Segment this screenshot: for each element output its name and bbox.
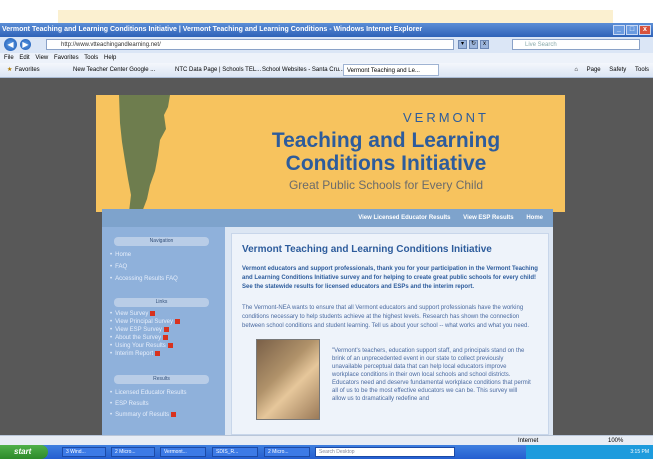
favorite-link[interactable]: New Teacher Center Google ...	[70, 65, 158, 75]
menu-tools[interactable]: Tools	[84, 55, 98, 61]
sidebar: Navigation Home FAQ Accessing Results FA…	[102, 227, 225, 435]
site-banner: VERMONT Teaching and Learning Conditions…	[96, 95, 565, 212]
system-tray: 3:15 PM	[526, 445, 653, 459]
minimize-icon[interactable]: _	[613, 25, 625, 35]
close-icon[interactable]: x	[639, 25, 651, 35]
navigation-heading: Navigation	[114, 237, 209, 246]
pdf-icon	[163, 335, 169, 340]
taskbar-item[interactable]: SDIS_R...	[212, 447, 258, 457]
taskbar: start 3 Wind... 2 Micro... Vermont... SD…	[0, 445, 653, 459]
sidebar-result-licensed[interactable]: Licensed Educator Results	[110, 390, 186, 396]
main-content: Vermont Teaching and Learning Conditions…	[225, 227, 553, 435]
bottom-margin	[0, 459, 653, 474]
nav-licensed-results[interactable]: View Licensed Educator Results	[358, 215, 450, 221]
taskbar-item[interactable]: 3 Wind...	[62, 447, 106, 457]
site-navbar: View Licensed Educator Results View ESP …	[102, 209, 553, 227]
quote-text: "Vermont's teachers, education support s…	[332, 348, 531, 402]
portrait-photo	[256, 339, 320, 420]
address-buttons: ▾ ↻ x	[458, 40, 489, 49]
search-input[interactable]: Live Search	[512, 39, 640, 50]
sidebar-item-accessing-results-faq[interactable]: Accessing Results FAQ	[110, 276, 178, 282]
pdf-icon	[167, 343, 173, 348]
desktop-search-input[interactable]: Search Desktop	[315, 447, 455, 457]
nav-esp-results[interactable]: View ESP Results	[463, 215, 513, 221]
taskbar-item[interactable]: 2 Micro...	[111, 447, 155, 457]
favorites-button[interactable]: Favorites	[12, 65, 43, 75]
menu-edit[interactable]: Edit	[19, 55, 29, 61]
sidebar-link-using-results[interactable]: Using Your Results	[110, 343, 173, 349]
page-title: Vermont Teaching and Learning Conditions…	[242, 244, 492, 255]
nav-home[interactable]: Home	[526, 215, 543, 221]
command-safety[interactable]: Safety	[609, 67, 626, 73]
pdf-icon	[171, 412, 177, 417]
results-heading: Results	[114, 375, 209, 384]
intro-paragraph: Vermont educators and support profession…	[242, 266, 538, 290]
sidebar-link-principal-survey[interactable]: View Principal Survey	[110, 319, 181, 325]
favorites-bar: ★ Favorites New Teacher Center Google ..…	[0, 63, 653, 78]
pdf-icon	[150, 311, 156, 316]
sidebar-item-faq[interactable]: FAQ	[110, 264, 127, 270]
maximize-icon[interactable]: □	[626, 25, 638, 35]
banner-title-line2: Conditions Initiative	[285, 152, 487, 175]
taskbar-item[interactable]: Vermont...	[160, 447, 206, 457]
sidebar-link-esp-survey[interactable]: View ESP Survey	[110, 327, 169, 333]
forward-icon[interactable]: ▶	[20, 39, 31, 50]
back-icon[interactable]: ◀	[4, 38, 17, 51]
banner-vermont: VERMONT	[403, 110, 489, 125]
window-title: Vermont Teaching and Learning Conditions…	[2, 26, 423, 33]
refresh-icon[interactable]: ↻	[469, 40, 478, 49]
dropdown-icon[interactable]: ▾	[458, 40, 467, 49]
screen: Vermont Teaching and Learning Conditions…	[0, 0, 653, 474]
menu-bar: File Edit View Favorites Tools Help	[0, 53, 653, 63]
menu-view[interactable]: View	[35, 55, 48, 61]
web-content: VERMONT Teaching and Learning Conditions…	[0, 78, 653, 435]
menu-file[interactable]: File	[4, 55, 14, 61]
start-button[interactable]: start	[0, 445, 48, 459]
command-tools[interactable]: Tools	[635, 67, 649, 73]
page-header-strip	[58, 10, 613, 23]
window-titlebar: Vermont Teaching and Learning Conditions…	[0, 23, 653, 37]
menu-help[interactable]: Help	[104, 55, 116, 61]
top-margin	[0, 0, 653, 10]
main-panel: Vermont Teaching and Learning Conditions…	[231, 233, 549, 435]
clock[interactable]: 3:15 PM	[630, 449, 649, 455]
pdf-icon	[175, 319, 181, 324]
window-controls: _ □ x	[613, 25, 651, 35]
sidebar-result-esp[interactable]: ESP Results	[110, 401, 149, 407]
sidebar-item-home[interactable]: Home	[110, 252, 131, 258]
address-toolbar: ◀ ▶ http://www.vtteachingandlearning.net…	[0, 37, 653, 54]
sidebar-link-about-survey[interactable]: About the Survey	[110, 335, 169, 341]
banner-title-line1: Teaching and Learning	[271, 129, 501, 152]
taskbar-item[interactable]: 2 Micro...	[264, 447, 310, 457]
sidebar-result-summary[interactable]: Summary of Results	[110, 412, 177, 418]
links-heading: Links	[114, 298, 209, 307]
pdf-icon	[163, 327, 169, 332]
sidebar-link-interim-report[interactable]: Interim Report	[110, 351, 161, 357]
favorite-link[interactable]: NTC Data Page | Schools TEL...	[172, 65, 264, 75]
vermont-map-icon	[119, 95, 170, 212]
pdf-icon	[155, 351, 161, 356]
stop-icon[interactable]: x	[480, 40, 489, 49]
banner-tagline: Great Public Schools for Every Child	[288, 178, 484, 192]
sidebar-link-view-survey[interactable]: View Survey	[110, 311, 156, 317]
command-bar: ⌂ Page Safety Tools	[567, 63, 649, 77]
address-input[interactable]: http://www.vtteachingandlearning.net/	[46, 39, 454, 50]
site-nav-links: View Licensed Educator Results View ESP …	[347, 209, 543, 227]
tab-vermont[interactable]: Vermont Teaching and Le...	[343, 64, 439, 76]
command-page[interactable]: Page	[587, 67, 601, 73]
body-paragraph: The Vermont-NEA wants to ensure that all…	[242, 305, 530, 329]
favorite-link[interactable]: School Websites - Santa Cru...	[259, 65, 347, 75]
menu-favorites[interactable]: Favorites	[54, 55, 79, 61]
home-icon[interactable]: ⌂	[574, 67, 578, 73]
